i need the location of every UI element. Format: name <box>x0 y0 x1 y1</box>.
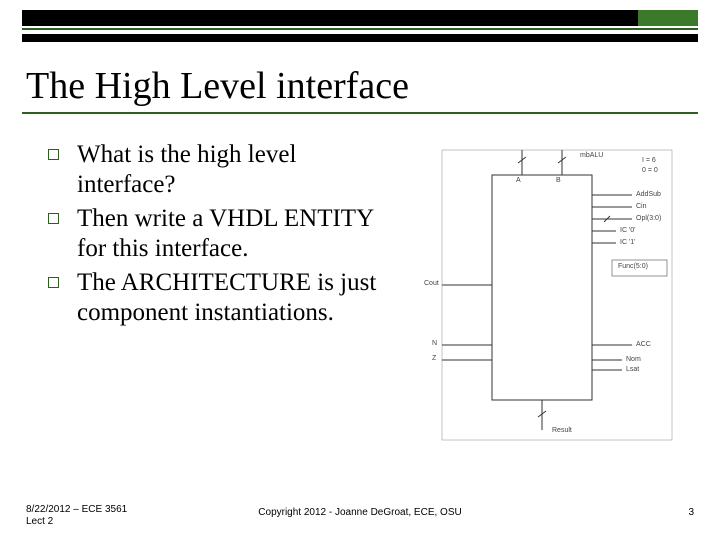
diagram-port: Result <box>552 427 572 434</box>
band-black <box>22 10 698 26</box>
bullet-text: The ARCHITECTURE is just component insta… <box>77 268 388 328</box>
diagram-port: N <box>432 340 437 347</box>
diagram-port: B <box>556 177 561 184</box>
diagram-port: AddSub <box>636 191 661 198</box>
bullet-icon <box>48 149 59 160</box>
list-item: The ARCHITECTURE is just component insta… <box>48 268 388 328</box>
band-rule-thick <box>22 34 698 42</box>
bullet-icon <box>48 277 59 288</box>
diagram-port: Func(5:0) <box>618 263 648 270</box>
bullet-text: What is the high level interface? <box>77 140 388 200</box>
page-number: 3 <box>688 507 694 518</box>
diagram-svg <box>422 145 692 445</box>
diagram-port: Opl(3:0) <box>636 215 661 222</box>
diagram-label: 0 = 0 <box>642 167 658 174</box>
diagram-port: Lsat <box>626 366 639 373</box>
diagram-port: Cout <box>424 280 439 287</box>
diagram-port: IC '0' <box>620 227 636 234</box>
list-item: Then write a VHDL ENTITY for this interf… <box>48 204 388 264</box>
band-accent <box>638 10 698 26</box>
bullet-text: Then write a VHDL ENTITY for this interf… <box>77 204 388 264</box>
block-diagram: mbALU A B I = 6 0 = 0 AddSub Cin Opl(3:0… <box>422 145 692 445</box>
diagram-label: I = 6 <box>642 157 656 164</box>
bullet-list: What is the high level interface? Then w… <box>48 140 388 332</box>
diagram-port: ACC <box>636 341 651 348</box>
header-band <box>22 10 698 46</box>
title-underline <box>22 112 698 114</box>
diagram-port: Cin <box>636 203 647 210</box>
diagram-port: Nom <box>626 356 641 363</box>
diagram-port: IC '1' <box>620 239 636 246</box>
list-item: What is the high level interface? <box>48 140 388 200</box>
diagram-port: Z <box>432 355 436 362</box>
diagram-title: mbALU <box>580 152 603 159</box>
slide-title: The High Level interface <box>26 64 409 108</box>
diagram-port: A <box>516 177 521 184</box>
bullet-icon <box>48 213 59 224</box>
band-rule-thin <box>22 28 698 30</box>
footer-copyright: Copyright 2012 - Joanne DeGroat, ECE, OS… <box>26 507 694 518</box>
